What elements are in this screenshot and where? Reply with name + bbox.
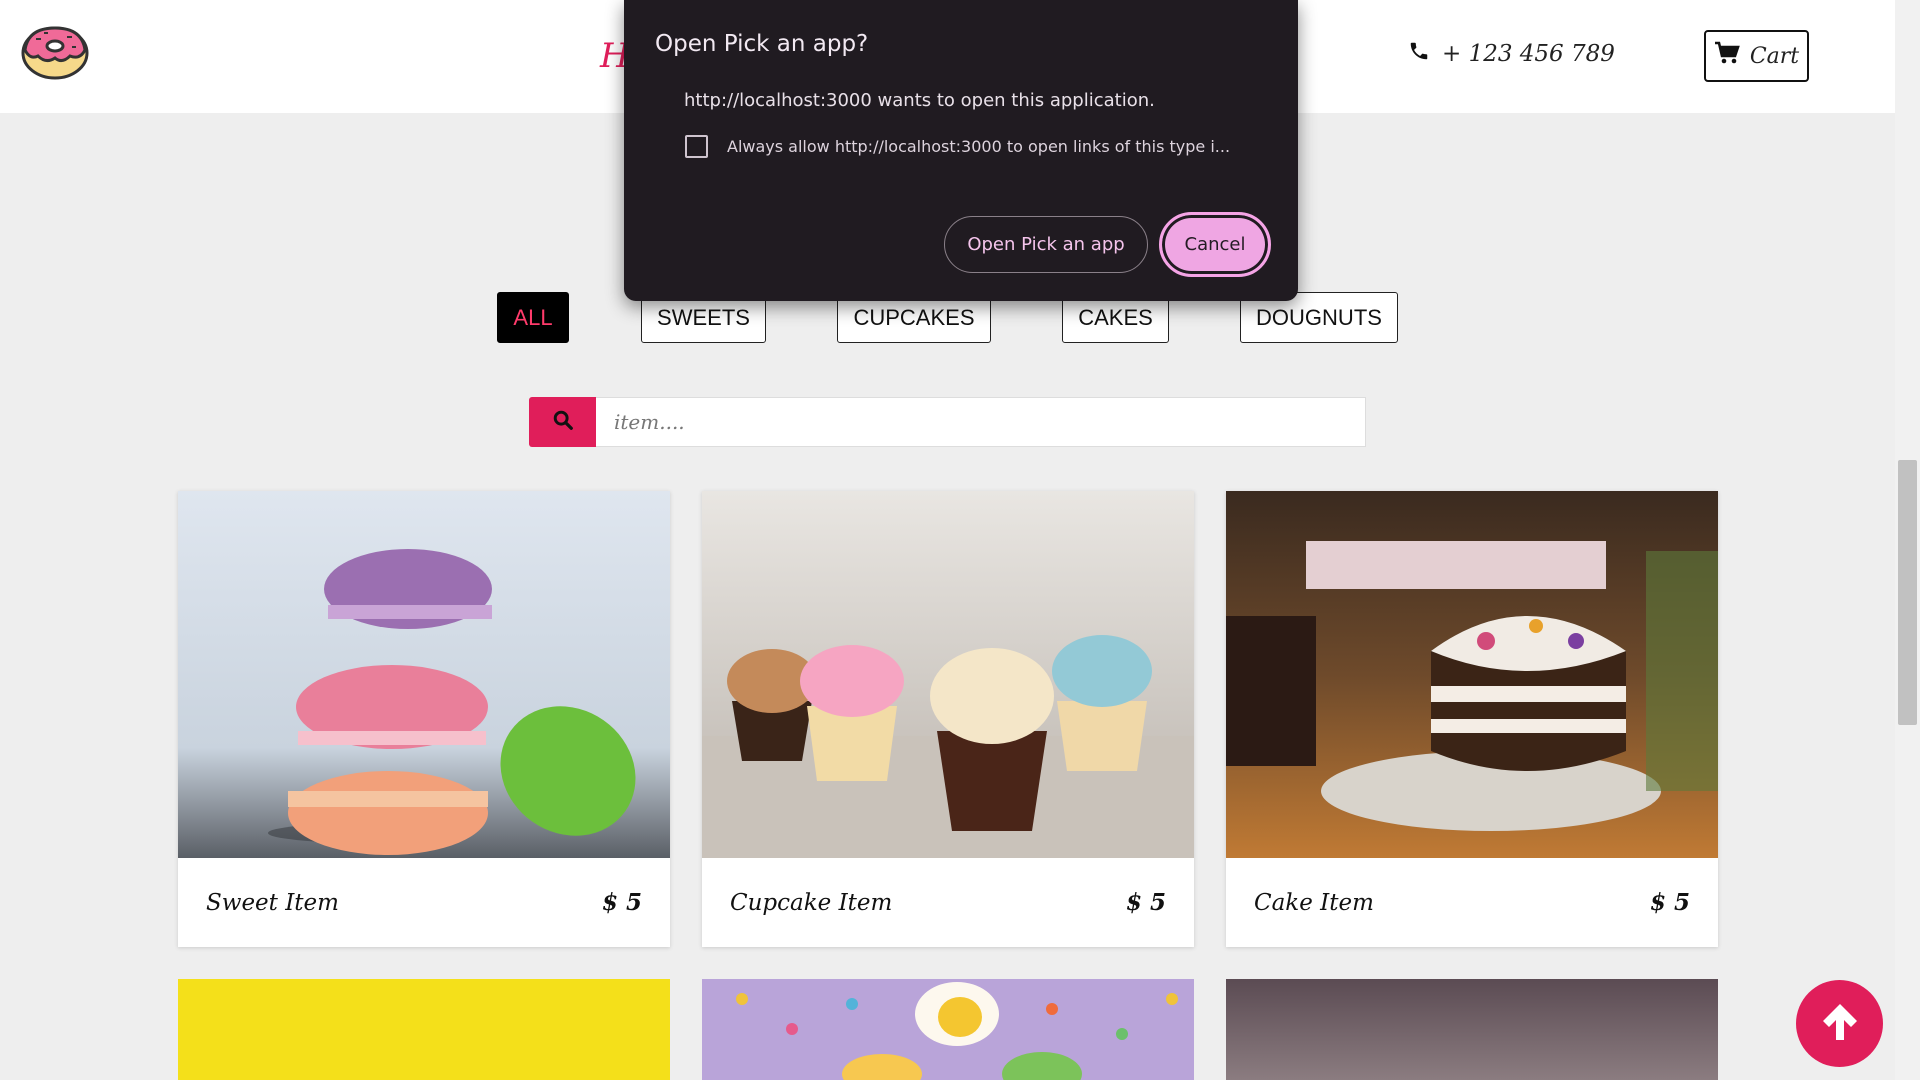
product-card[interactable]: Sweet Item $ 5 <box>178 491 670 947</box>
scrollbar-thumb[interactable] <box>1898 460 1917 725</box>
cart-button[interactable]: Cart <box>1704 30 1809 82</box>
card-footer: Cupcake Item $ 5 <box>702 858 1194 947</box>
item-price: $ 5 <box>601 889 642 916</box>
phone-icon <box>1408 40 1430 68</box>
dialog-message: http://localhost:3000 wants to open this… <box>684 90 1155 111</box>
always-allow-checkbox[interactable] <box>685 135 708 158</box>
item-name: Cake Item <box>1254 889 1374 916</box>
product-card[interactable] <box>178 979 670 1080</box>
open-app-dialog: Open Pick an app? http://localhost:3000 … <box>624 0 1298 301</box>
item-name: Cupcake Item <box>730 889 893 916</box>
cancel-button[interactable]: Cancel <box>1159 212 1271 277</box>
product-card[interactable] <box>1226 979 1718 1080</box>
sweets-image <box>178 979 670 1080</box>
product-card[interactable] <box>702 979 1194 1080</box>
item-price: $ 5 <box>1125 889 1166 916</box>
always-allow-label[interactable]: Always allow http://localhost:3000 to op… <box>727 137 1230 156</box>
open-app-button[interactable]: Open Pick an app <box>944 216 1148 273</box>
cart-label: Cart <box>1749 43 1800 69</box>
product-card[interactable]: Cupcake Item $ 5 <box>702 491 1194 947</box>
cart-icon <box>1714 41 1740 71</box>
page-scrollbar[interactable] <box>1895 0 1920 1080</box>
search-input[interactable] <box>596 397 1366 447</box>
doughnut-logo-icon[interactable] <box>20 22 90 80</box>
phone-number: + 123 456 789 <box>1442 41 1615 67</box>
macarons-image <box>178 491 670 858</box>
cakes-image <box>1226 979 1718 1080</box>
phone-contact[interactable]: + 123 456 789 <box>1408 40 1615 68</box>
item-price: $ 5 <box>1649 889 1690 916</box>
dialog-title: Open Pick an app? <box>655 31 869 57</box>
item-name: Sweet Item <box>206 889 339 916</box>
search-icon <box>552 409 574 436</box>
back-to-top-button[interactable] <box>1796 980 1883 1067</box>
product-card[interactable]: Cake Item $ 5 <box>1226 491 1718 947</box>
sprinkles-image <box>736 982 1178 1080</box>
arrow-up-icon <box>1817 998 1863 1049</box>
card-footer: Sweet Item $ 5 <box>178 858 670 947</box>
filter-all-button[interactable]: ALL <box>497 292 569 343</box>
cupcakes-image <box>702 491 1194 858</box>
search-bar <box>529 397 1366 447</box>
card-footer: Cake Item $ 5 <box>1226 858 1718 947</box>
search-button[interactable] <box>529 397 596 447</box>
cakes-image <box>1226 491 1718 858</box>
